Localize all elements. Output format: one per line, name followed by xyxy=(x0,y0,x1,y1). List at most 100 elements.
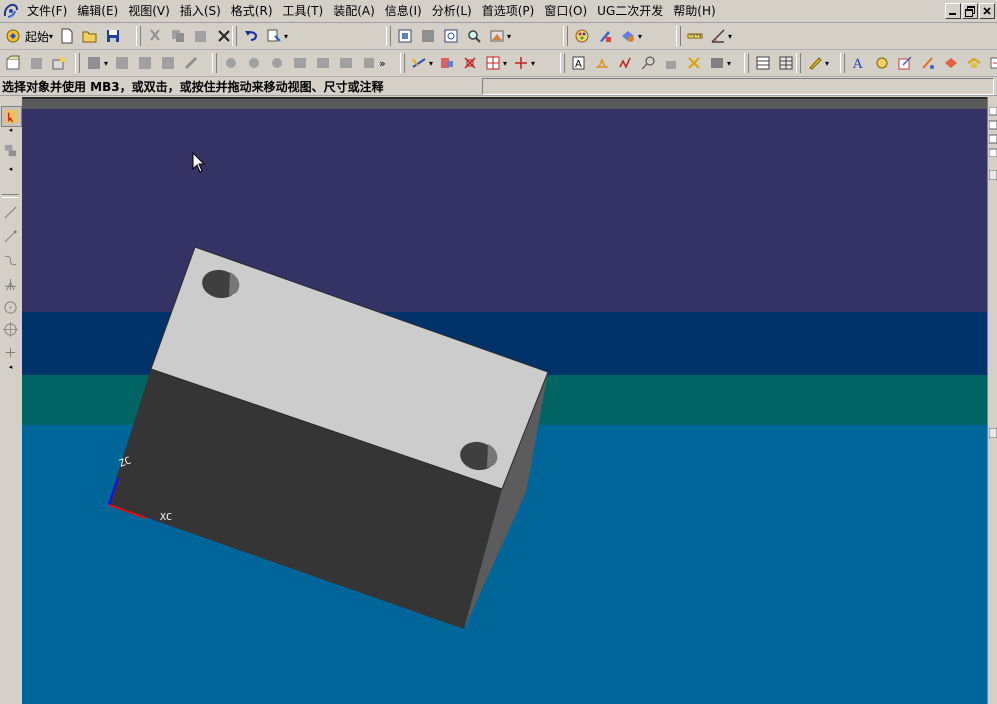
fit-view-icon[interactable] xyxy=(394,26,415,47)
edit-annotation-icon[interactable] xyxy=(894,53,915,74)
edit-style-icon[interactable] xyxy=(940,53,961,74)
origin-tool-icon[interactable] xyxy=(871,53,892,74)
centerline-icon[interactable] xyxy=(220,53,241,74)
chevron-down-icon[interactable]: ▾ xyxy=(531,59,535,68)
chevron-down-icon[interactable]: ▾ xyxy=(284,32,288,41)
user-symbol-icon[interactable] xyxy=(660,53,681,74)
close-button[interactable] xyxy=(979,3,995,19)
edit-object-display-icon[interactable] xyxy=(594,26,615,47)
attribute-pencil-icon[interactable] xyxy=(804,53,825,74)
save-icon[interactable] xyxy=(102,26,123,47)
zoom-icon[interactable] xyxy=(440,26,461,47)
rendering-style-icon[interactable] xyxy=(486,26,507,47)
chevron-down-icon[interactable]: ▾ xyxy=(49,32,53,41)
note-icon[interactable]: A xyxy=(568,53,589,74)
start-button[interactable]: 起始 xyxy=(25,28,49,45)
menu-file[interactable]: 文件(F) xyxy=(24,0,74,22)
cut-icon[interactable] xyxy=(144,26,165,47)
zoom-window-icon[interactable] xyxy=(417,26,438,47)
base-view-icon[interactable] xyxy=(25,53,46,74)
copy-icon[interactable] xyxy=(167,26,188,47)
expand-arrow-icon[interactable]: ◂ xyxy=(1,126,20,134)
area-fill-icon[interactable] xyxy=(312,53,333,74)
chevron-down-icon[interactable]: ▾ xyxy=(638,32,642,41)
cross-tool-icon[interactable] xyxy=(1,275,20,294)
circle-tool-icon[interactable] xyxy=(1,298,20,317)
menu-preferences[interactable]: 首选项(P) xyxy=(479,0,542,22)
app-logo-icon[interactable] xyxy=(2,2,20,20)
detail-view-icon[interactable] xyxy=(111,53,132,74)
menu-format[interactable]: 格式(R) xyxy=(228,0,280,22)
palette-icon[interactable] xyxy=(571,26,592,47)
measure-distance-icon[interactable] xyxy=(684,26,705,47)
paste-icon[interactable] xyxy=(190,26,211,47)
menu-view[interactable]: 视图(V) xyxy=(125,0,177,22)
magnifier-icon[interactable] xyxy=(463,26,484,47)
view-boundary-icon[interactable] xyxy=(180,53,201,74)
menu-assemblies[interactable]: 装配(A) xyxy=(330,0,382,22)
symmetric-centerline-icon[interactable] xyxy=(266,53,287,74)
table-icon[interactable] xyxy=(358,53,379,74)
selection-filter-icon[interactable] xyxy=(263,26,284,47)
menu-window[interactable]: 窗口(O) xyxy=(541,0,594,22)
bolt-circle-icon[interactable] xyxy=(243,53,264,74)
open-folder-icon[interactable] xyxy=(79,26,100,47)
line-tool-icon[interactable] xyxy=(1,203,20,222)
resource-tab-1[interactable] xyxy=(988,106,997,158)
menu-analysis[interactable]: 分析(L) xyxy=(429,0,479,22)
arc-tool-icon[interactable] xyxy=(1,227,20,246)
restore-button[interactable] xyxy=(962,3,978,19)
surface-finish-icon[interactable] xyxy=(614,53,635,74)
point-icon[interactable] xyxy=(510,53,531,74)
menu-tools[interactable]: 工具(T) xyxy=(280,0,331,22)
chevron-down-icon[interactable]: ▾ xyxy=(727,59,731,68)
chevron-down-icon[interactable]: ▾ xyxy=(728,32,732,41)
crosshatch-icon[interactable] xyxy=(289,53,310,74)
projected-view-icon[interactable] xyxy=(48,53,69,74)
resource-tab-2[interactable] xyxy=(988,169,997,181)
expand-arrow-icon[interactable]: ◂ xyxy=(1,363,20,371)
menu-information[interactable]: 信息(I) xyxy=(382,0,429,22)
drafting-symbol-icon[interactable] xyxy=(706,53,727,74)
menu-edit[interactable]: 编辑(E) xyxy=(74,0,125,22)
menu-ug-dev[interactable]: UG二次开发 xyxy=(594,0,670,22)
new-file-icon[interactable] xyxy=(56,26,77,47)
measure-angle-icon[interactable] xyxy=(707,26,728,47)
sheet-icon[interactable] xyxy=(2,53,23,74)
menu-help[interactable]: 帮助(H) xyxy=(670,0,722,22)
expand-arrow-icon[interactable]: ◂ xyxy=(1,165,20,173)
break-out-section-icon[interactable] xyxy=(157,53,178,74)
tabular-note-icon[interactable] xyxy=(775,53,796,74)
chevron-down-icon[interactable]: ▾ xyxy=(104,59,108,68)
image-icon[interactable] xyxy=(335,53,356,74)
chevron-down-icon[interactable]: ▾ xyxy=(429,59,433,68)
menu-insert[interactable]: 插入(S) xyxy=(177,0,228,22)
start-icon[interactable] xyxy=(2,26,23,47)
point-tool-icon[interactable] xyxy=(1,343,20,362)
broken-view-icon[interactable] xyxy=(134,53,155,74)
feature-control-frame-icon[interactable] xyxy=(436,53,457,74)
chevron-down-icon[interactable]: ▾ xyxy=(503,59,507,68)
graphics-viewport[interactable]: XC ZC xyxy=(22,109,987,704)
datum-feature-icon[interactable] xyxy=(459,53,480,74)
suppress-icon[interactable] xyxy=(963,53,984,74)
parts-list-icon[interactable] xyxy=(752,53,773,74)
text-style-icon[interactable]: A xyxy=(848,53,869,74)
more-tools-chevron-icon[interactable]: » xyxy=(379,57,386,70)
show-hide-icon[interactable] xyxy=(617,26,638,47)
resource-tab-3[interactable] xyxy=(988,427,997,439)
delete-icon[interactable] xyxy=(213,26,234,47)
weld-symbol-icon[interactable] xyxy=(591,53,612,74)
circle-center-tool-icon[interactable] xyxy=(1,320,20,339)
chevron-down-icon[interactable]: ▾ xyxy=(825,59,829,68)
target-point-icon[interactable] xyxy=(683,53,704,74)
dimension-icon[interactable] xyxy=(408,53,429,74)
edit-text-icon[interactable] xyxy=(917,53,938,74)
grid-icon[interactable] xyxy=(482,53,503,74)
section-tool-icon[interactable] xyxy=(1,141,20,160)
section-view-icon[interactable] xyxy=(83,53,104,74)
select-tool-icon[interactable] xyxy=(1,106,22,127)
undo-icon[interactable] xyxy=(240,26,261,47)
id-symbol-icon[interactable] xyxy=(637,53,658,74)
minimize-button[interactable] xyxy=(945,3,961,19)
